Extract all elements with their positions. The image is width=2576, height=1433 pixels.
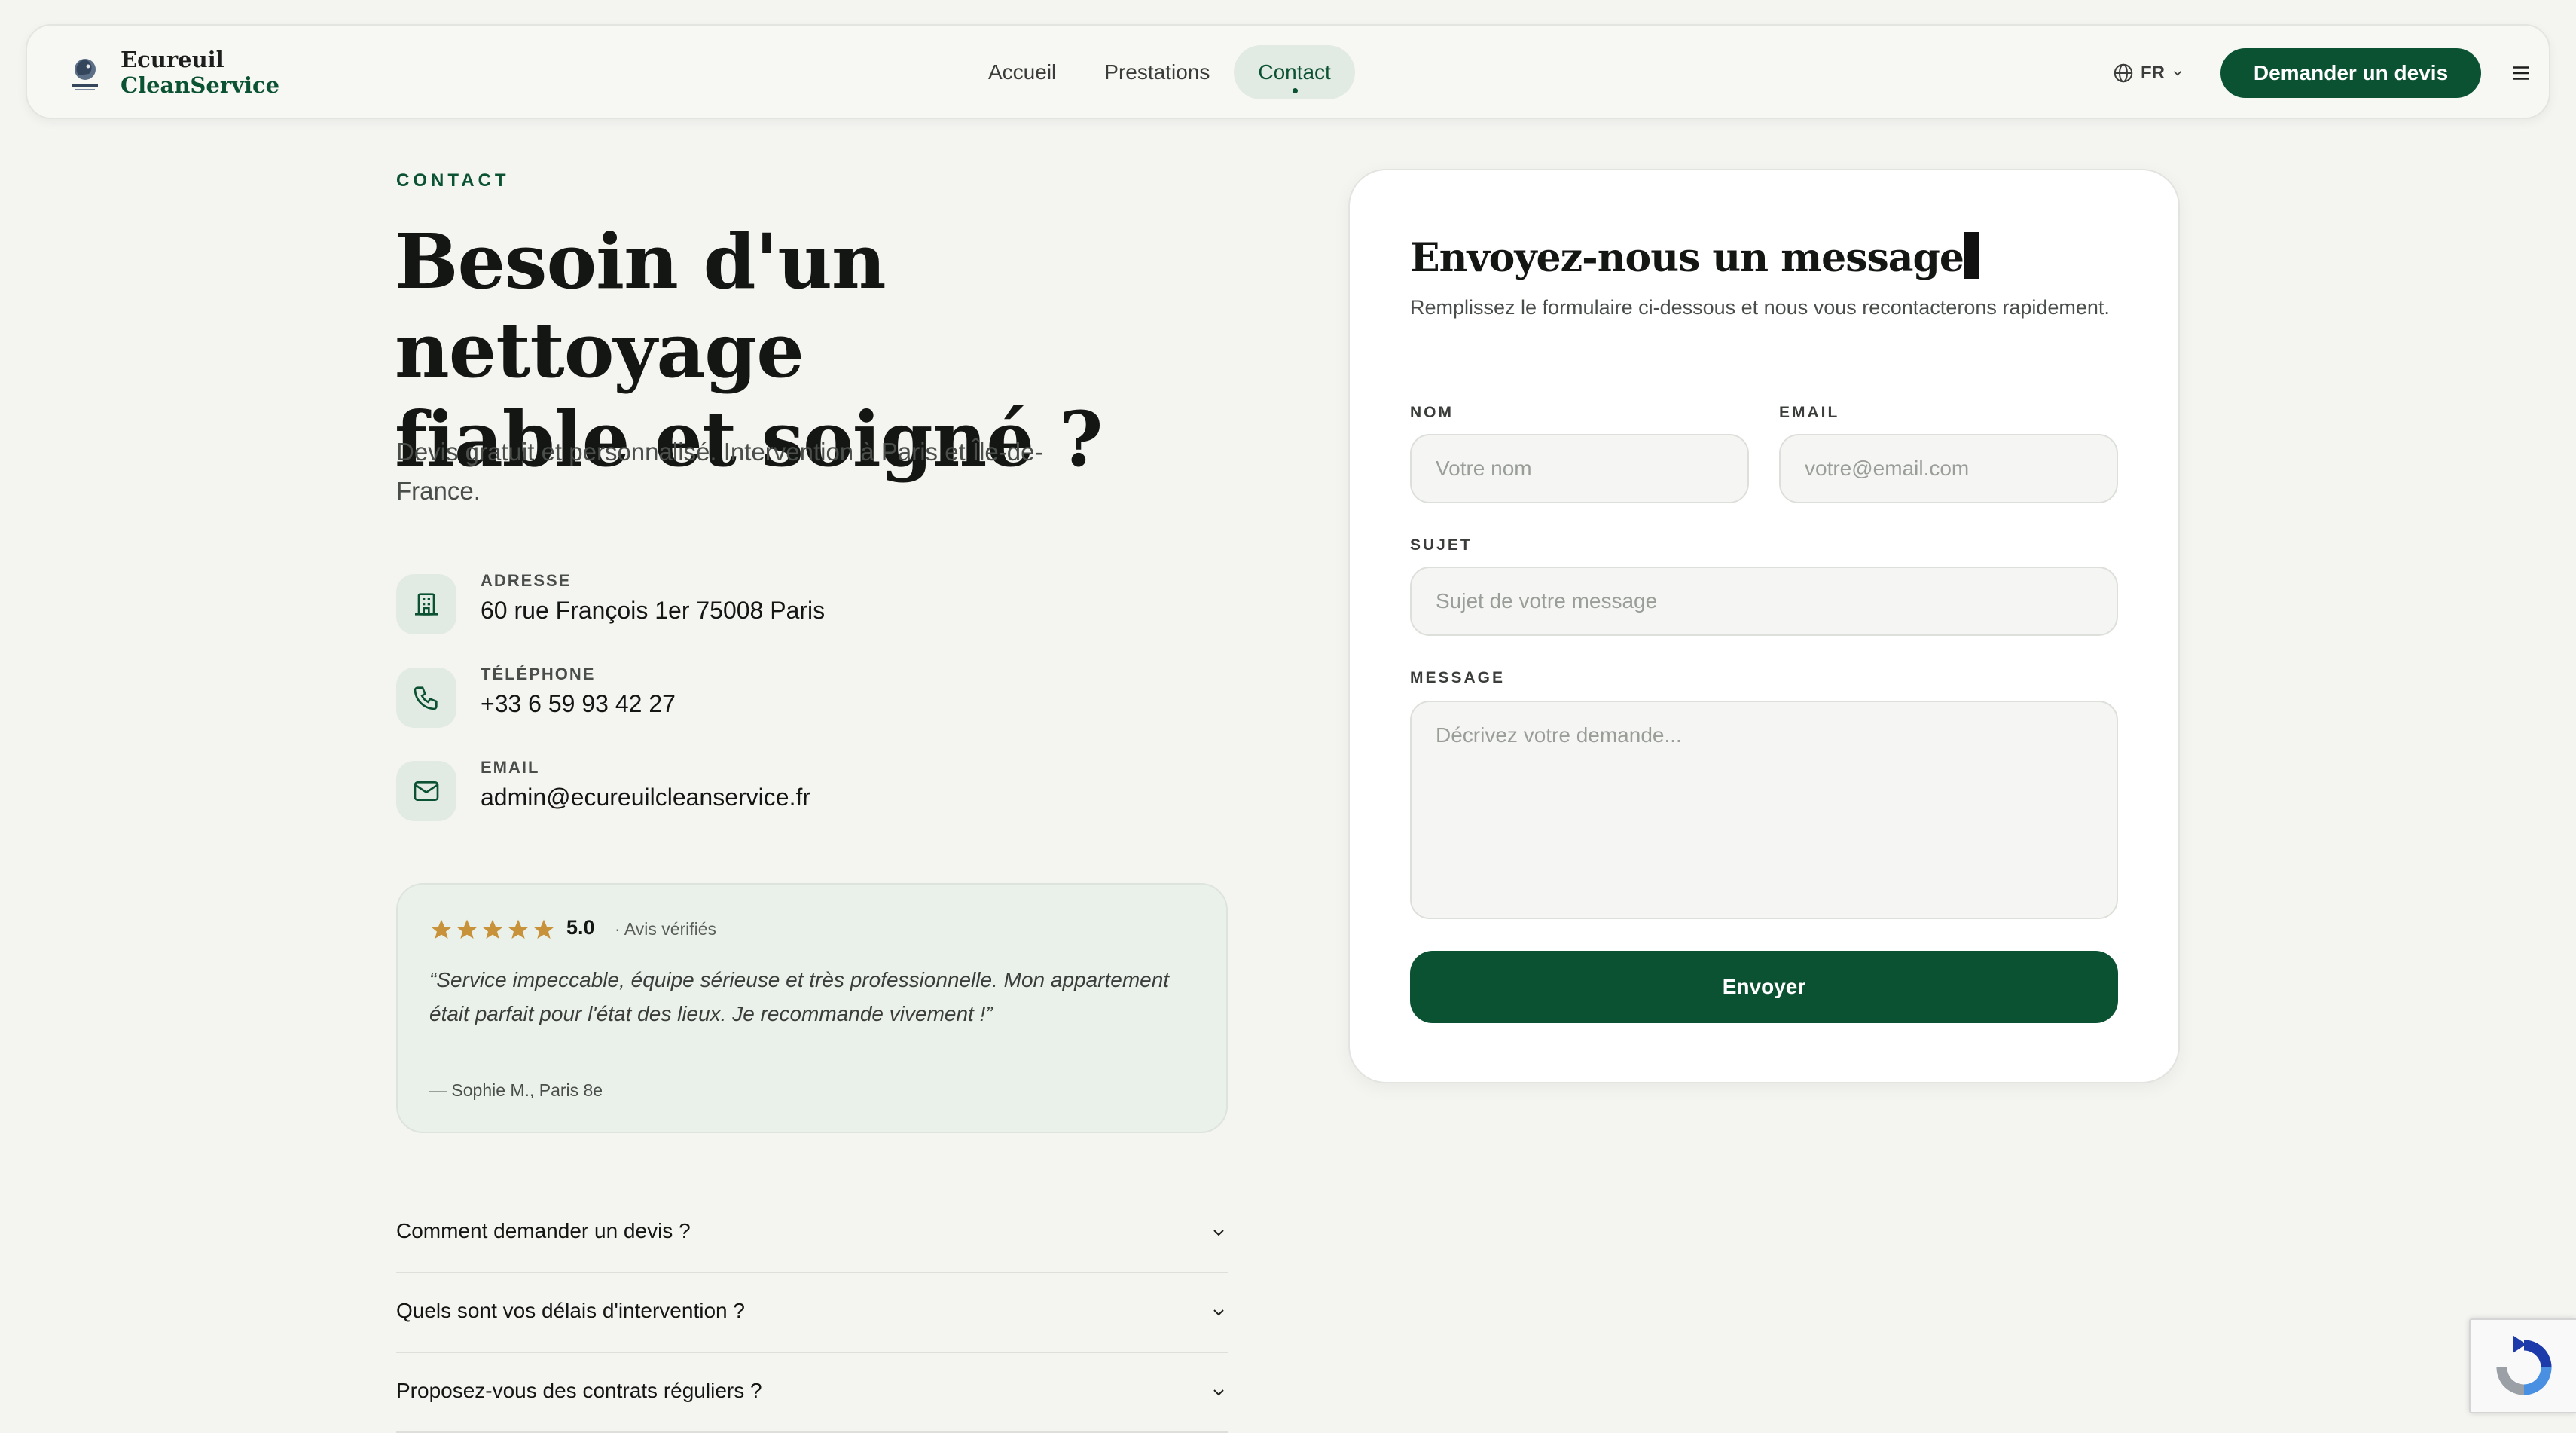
nav-contact[interactable]: Contact	[1234, 45, 1355, 99]
star-icon	[482, 919, 503, 939]
star-icon	[508, 919, 529, 939]
main-nav: Accueil Prestations Contact	[964, 45, 1355, 99]
nav-prestations[interactable]: Prestations	[1080, 45, 1234, 99]
star-rating	[429, 918, 556, 942]
send-button[interactable]: Envoyer	[1410, 951, 2118, 1023]
brand-name[interactable]: Ecureuil CleanService	[121, 47, 279, 98]
star-icon	[533, 919, 554, 939]
title-line-1: Besoin d'un nettoyage	[395, 217, 887, 395]
language-selector[interactable]: FR	[2112, 60, 2184, 86]
recaptcha-badge[interactable]	[2469, 1318, 2576, 1413]
recaptcha-icon	[2496, 1335, 2552, 1395]
message-label: MESSAGE	[1410, 669, 1506, 686]
review-quote: “Service impeccable, équipe sérieuse et …	[429, 968, 1170, 1025]
nav-accueil[interactable]: Accueil	[964, 45, 1080, 99]
email-field[interactable]	[1779, 434, 2118, 503]
request-quote-button[interactable]: Demander un devis	[2220, 48, 2481, 98]
phone-value[interactable]: +33 6 59 93 42 27	[481, 690, 676, 718]
building-icon	[396, 574, 456, 634]
mail-icon	[396, 761, 456, 821]
email-value[interactable]: admin@ecureuilcleanservice.fr	[481, 784, 810, 811]
star-icon	[456, 919, 478, 939]
section-eyebrow: CONTACT	[396, 170, 510, 191]
form-subtitle: Remplissez le formulaire ci-dessous et n…	[1410, 296, 2110, 319]
globe-icon	[2114, 63, 2133, 83]
chevron-down-icon	[2173, 71, 2182, 76]
verified-reviews-label: · Avis vérifiés	[615, 919, 717, 939]
brand-line-1: Ecureuil	[121, 47, 224, 72]
chevron-down-icon	[1213, 1230, 1224, 1236]
subject-label: SUJET	[1410, 536, 1473, 554]
phone-icon	[396, 668, 456, 728]
email-label: EMAIL	[481, 758, 540, 777]
nav-contact-label: Contact	[1258, 60, 1331, 84]
review-card: 5.0 · Avis vérifiés “Service impeccable,…	[396, 883, 1228, 1133]
squirrel-logo-icon[interactable]	[63, 53, 107, 96]
rating-value: 5.0	[566, 916, 595, 939]
chevron-down-icon	[1213, 1389, 1224, 1396]
form-title: Envoyez-nous un message	[1410, 232, 1979, 281]
email-label: EMAIL	[1779, 404, 1840, 421]
faq-item[interactable]: Proposez-vous des contrats réguliers ?	[396, 1353, 1228, 1433]
brand-line-2: CleanService	[121, 72, 280, 98]
active-indicator-dot	[1292, 88, 1298, 93]
review-author: — Sophie M., Paris 8e	[429, 1080, 603, 1100]
name-field[interactable]	[1410, 434, 1749, 503]
faq-question: Comment demander un devis ?	[396, 1219, 691, 1242]
faq-item[interactable]: Quels sont vos délais d'intervention ?	[396, 1273, 1228, 1353]
site-header: Ecureuil CleanService Accueil Prestation…	[26, 24, 2550, 119]
menu-icon[interactable]	[2510, 62, 2532, 84]
page-subtitle: Devis gratuit et personnalisé. Intervent…	[396, 438, 1043, 505]
name-label: NOM	[1410, 404, 1454, 421]
star-icon	[431, 919, 452, 939]
faq-question: Quels sont vos délais d'intervention ?	[396, 1299, 745, 1322]
text-cursor	[1963, 232, 1979, 279]
address-value: 60 rue François 1er 75008 Paris	[481, 597, 826, 624]
faq-question: Proposez-vous des contrats réguliers ?	[396, 1379, 762, 1402]
language-code: FR	[2141, 63, 2165, 83]
message-field[interactable]	[1410, 701, 2118, 919]
chevron-down-icon	[1213, 1309, 1224, 1316]
address-label: ADRESSE	[481, 571, 572, 590]
faq-item[interactable]: Comment demander un devis ?	[396, 1193, 1228, 1273]
contact-form-card: Envoyez-nous un message Remplissez le fo…	[1348, 169, 2180, 1083]
form-title-text: Envoyez-nous un message	[1410, 235, 1964, 281]
phone-label: TÉLÉPHONE	[481, 665, 596, 683]
subject-field[interactable]	[1410, 567, 2118, 636]
